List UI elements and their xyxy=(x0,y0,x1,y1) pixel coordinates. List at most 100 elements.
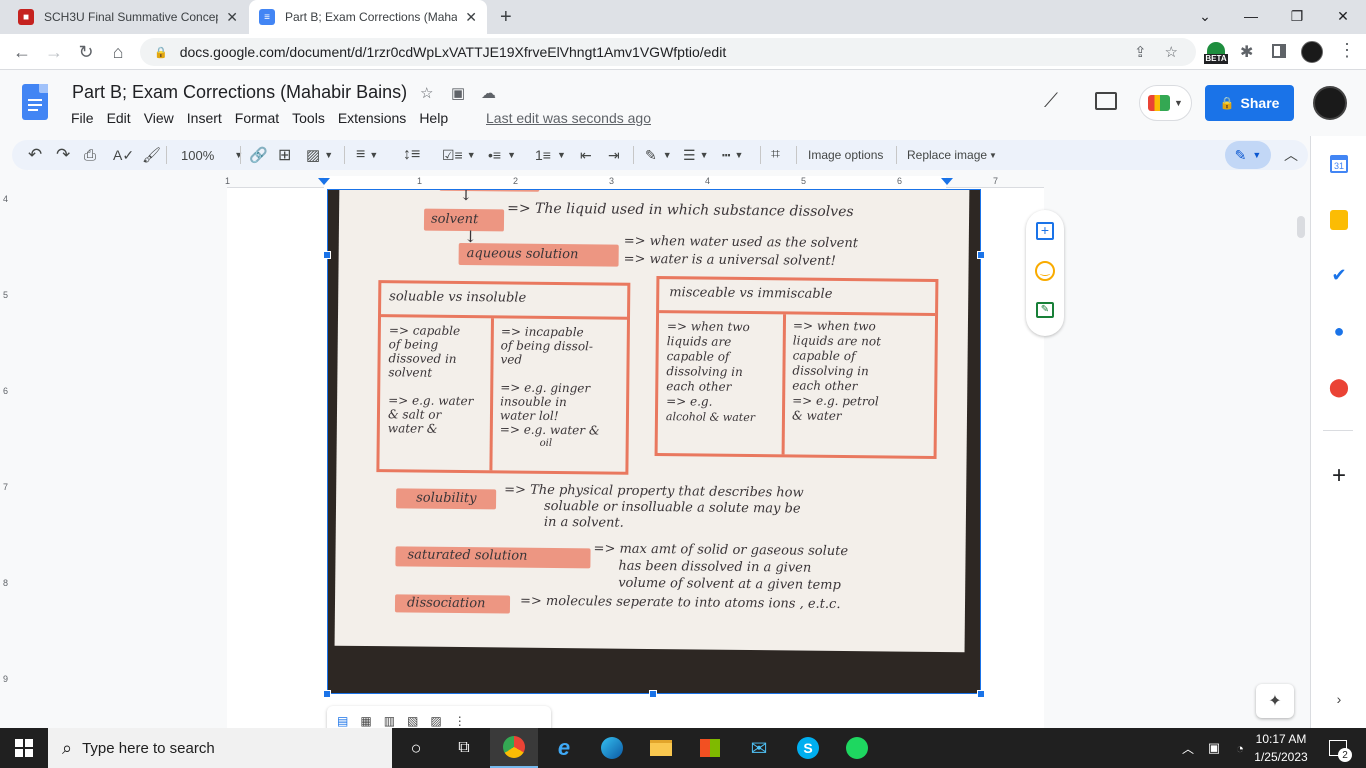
add-comment-icon[interactable]: + xyxy=(1036,222,1054,240)
last-edit-link[interactable]: Last edit was seconds ago xyxy=(486,110,651,126)
new-tab-button[interactable]: + xyxy=(500,6,512,29)
meet-button[interactable]: ▼ xyxy=(1139,85,1192,121)
docs-logo-icon[interactable] xyxy=(22,84,48,120)
tasks-icon[interactable]: ✔ xyxy=(1326,262,1352,288)
browser-tab-2[interactable]: ≡ Part B; Exam Corrections (Mahabir ✕ xyxy=(249,0,487,34)
resize-handle[interactable] xyxy=(649,690,657,698)
contacts-icon[interactable]: ● xyxy=(1326,318,1352,344)
bulleted-list-icon[interactable]: •≡ ▼ xyxy=(488,140,516,170)
zoom-select[interactable]: 100% ▼ xyxy=(181,140,243,170)
microsoft-store-icon[interactable] xyxy=(686,728,734,768)
cloud-saved-icon[interactable]: ☁ xyxy=(481,84,496,102)
menu-help[interactable]: Help xyxy=(419,110,448,126)
break-text-icon[interactable]: ▥ xyxy=(384,714,395,728)
menu-format[interactable]: Format xyxy=(235,110,279,126)
image-options-button[interactable]: Image options xyxy=(808,140,883,170)
notes-photo[interactable]: ↓ solvent => The liquid used in which su… xyxy=(327,189,980,693)
bookmark-star-icon[interactable]: ☆ xyxy=(1165,43,1178,61)
restore-button[interactable]: ❐ xyxy=(1274,0,1320,32)
share-page-icon[interactable]: ⇪ xyxy=(1134,43,1147,61)
system-clock[interactable]: 10:17 AM 1/25/2023 xyxy=(1252,730,1310,766)
star-icon[interactable]: ☆ xyxy=(420,84,433,102)
suggest-edits-icon[interactable]: ✎ xyxy=(1036,302,1054,318)
print-icon[interactable]: ⎙ xyxy=(84,140,96,170)
border-weight-icon[interactable]: ☰ ▼ xyxy=(683,140,708,170)
wrap-text-icon[interactable]: ▦ xyxy=(360,714,371,728)
resize-handle[interactable] xyxy=(323,690,331,698)
more-options-icon[interactable]: ⋮ xyxy=(454,714,466,728)
menu-edit[interactable]: Edit xyxy=(107,110,131,126)
edge-icon[interactable] xyxy=(588,728,636,768)
explore-icon[interactable]: ✦ xyxy=(1256,684,1294,718)
show-hidden-icons[interactable]: ︿ xyxy=(1174,728,1202,768)
network-icon[interactable]: ▣ xyxy=(1200,728,1228,768)
redo-icon[interactable]: ↷ xyxy=(56,140,70,170)
align-left-icon[interactable]: ≡ ▼ xyxy=(356,140,378,170)
notifications-icon[interactable]: 2 xyxy=(1318,728,1358,768)
behind-text-icon[interactable]: ▧ xyxy=(407,714,418,728)
crop-icon[interactable]: ⌗ xyxy=(771,140,780,170)
resize-handle[interactable] xyxy=(977,690,985,698)
checklist-icon[interactable]: ☑≡ ▼ xyxy=(442,140,476,170)
border-dash-icon[interactable]: ┅ ▼ xyxy=(722,140,743,170)
mail-icon[interactable]: ✉ xyxy=(735,728,783,768)
browser-menu-icon[interactable]: ⋮ xyxy=(1338,40,1356,61)
profile-avatar[interactable] xyxy=(1301,41,1323,63)
insert-link-icon[interactable]: 🔗 xyxy=(249,140,268,170)
close-tab-icon[interactable]: ✕ xyxy=(226,9,238,26)
share-button[interactable]: 🔒 Share xyxy=(1205,85,1294,121)
taskbar-search[interactable]: ⌕ Type here to search xyxy=(48,728,392,768)
add-comment-icon[interactable]: ⊞ xyxy=(278,140,291,170)
minimize-button[interactable]: — xyxy=(1228,0,1274,32)
document-title[interactable]: Part B; Exam Corrections (Mahabir Bains) xyxy=(72,82,407,103)
front-text-icon[interactable]: ▨ xyxy=(430,714,441,728)
decrease-indent-icon[interactable]: ⇤ xyxy=(580,140,592,170)
address-bar[interactable]: 🔒 docs.google.com/document/d/1rzr0cdWpLx… xyxy=(140,38,1196,66)
paint-format-icon[interactable]: 🖌 xyxy=(142,140,161,170)
get-addons-icon[interactable]: + xyxy=(1326,462,1352,489)
menu-tools[interactable]: Tools xyxy=(292,110,325,126)
line-spacing-icon[interactable]: ↕≡ xyxy=(403,140,420,170)
inline-layout-icon[interactable]: ▤ xyxy=(337,714,348,728)
close-window-button[interactable]: ✕ xyxy=(1320,0,1366,32)
menu-view[interactable]: View xyxy=(144,110,174,126)
insert-image-icon[interactable]: ▨ ▼ xyxy=(306,140,333,170)
menu-extensions[interactable]: Extensions xyxy=(338,110,406,126)
emoji-reaction-icon[interactable]: ‿ xyxy=(1035,261,1055,281)
maps-icon[interactable]: ⬤ xyxy=(1326,374,1352,400)
border-color-icon[interactable]: ✎ ▼ xyxy=(645,140,672,170)
right-indent-marker[interactable] xyxy=(941,178,953,185)
tab-search-icon[interactable]: ⌄ xyxy=(1182,0,1228,32)
editing-mode-button[interactable]: ✎ ▼ xyxy=(1225,141,1271,169)
skype-icon[interactable]: S xyxy=(784,728,832,768)
menu-file[interactable]: File xyxy=(71,110,94,126)
back-button[interactable]: ← xyxy=(6,34,38,70)
wifi-icon[interactable]: ◔ xyxy=(1226,728,1254,768)
vertical-scrollbar[interactable] xyxy=(1297,216,1305,238)
left-indent-marker[interactable] xyxy=(318,178,330,185)
undo-icon[interactable]: ↶ xyxy=(28,140,42,170)
home-button[interactable]: ⌂ xyxy=(102,34,134,70)
numbered-list-icon[interactable]: 1≡ ▼ xyxy=(535,140,566,170)
chrome-taskbar-icon[interactable] xyxy=(490,728,538,768)
spellcheck-icon[interactable]: A✓ xyxy=(113,140,134,170)
account-avatar[interactable] xyxy=(1313,86,1347,120)
resize-handle[interactable] xyxy=(977,251,985,259)
resize-handle[interactable] xyxy=(323,251,331,259)
cortana-icon[interactable]: ○ xyxy=(392,728,440,768)
file-explorer-icon[interactable] xyxy=(637,728,685,768)
forward-button[interactable]: → xyxy=(38,34,70,70)
extensions-puzzle-icon[interactable]: ✱ xyxy=(1240,42,1253,62)
windows-start-icon[interactable] xyxy=(0,728,48,768)
replace-image-button[interactable]: Replace image ▼ xyxy=(907,140,997,170)
side-panel-icon[interactable] xyxy=(1272,44,1286,58)
move-folder-icon[interactable]: ▣ xyxy=(451,84,465,102)
reload-button[interactable]: ↻ xyxy=(70,34,102,70)
browser-tab-1[interactable]: ■ SCH3U Final Summative Concept ✕ xyxy=(8,0,248,34)
extension-beta-icon[interactable]: BETA xyxy=(1204,42,1228,64)
close-tab-icon[interactable]: ✕ xyxy=(465,9,477,26)
calendar-icon[interactable]: 31 xyxy=(1326,151,1352,177)
internet-explorer-icon[interactable]: e xyxy=(540,728,588,768)
keep-icon[interactable] xyxy=(1326,207,1352,233)
menu-insert[interactable]: Insert xyxy=(187,110,222,126)
